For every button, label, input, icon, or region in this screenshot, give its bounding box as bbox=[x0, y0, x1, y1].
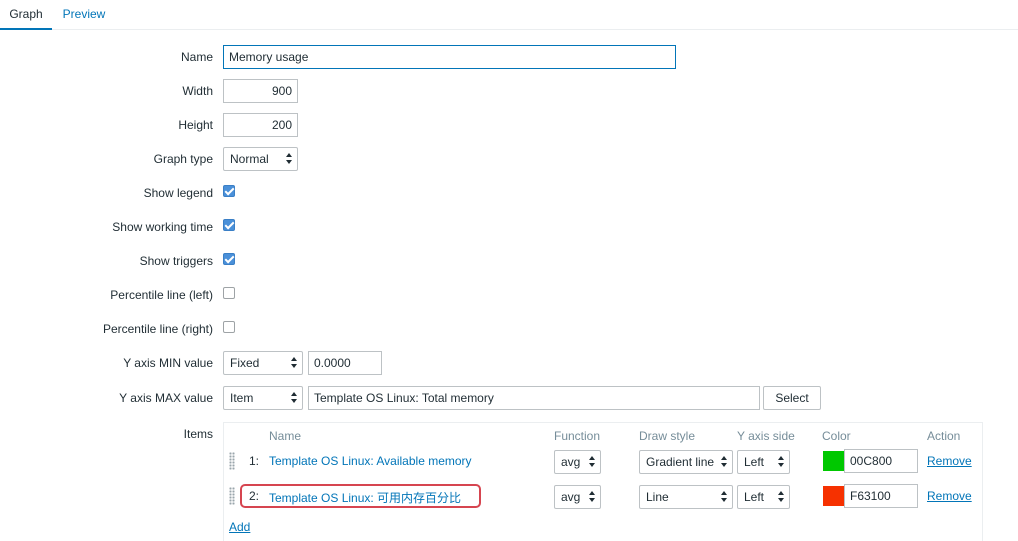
percentile-left-row: Percentile line (left) bbox=[0, 283, 1018, 309]
height-label: Height bbox=[178, 118, 213, 132]
y-max-type-select[interactable]: Item bbox=[223, 386, 303, 410]
items-table: Name Function Draw style Y axis side Col… bbox=[223, 422, 983, 541]
select-arrows-icon bbox=[589, 455, 596, 469]
graph-type-label: Graph type bbox=[153, 152, 213, 166]
graph-type-select[interactable]: Normal bbox=[223, 147, 298, 171]
percentile-right-label: Percentile line (right) bbox=[102, 322, 213, 336]
y-max-label: Y axis MAX value bbox=[119, 391, 213, 405]
draw-style-select[interactable]: Gradient line bbox=[639, 450, 733, 474]
item-index: 2: bbox=[249, 489, 260, 503]
color-input[interactable]: 00C800 bbox=[844, 449, 918, 473]
width-label: Width bbox=[182, 84, 213, 98]
select-arrows-icon bbox=[286, 152, 293, 166]
show-triggers-checkbox[interactable] bbox=[223, 253, 235, 265]
draw-style-value: Line bbox=[646, 490, 669, 504]
y-axis-side-select[interactable]: Left bbox=[737, 485, 790, 509]
remove-link[interactable]: Remove bbox=[927, 454, 972, 468]
tab-bar: Graph Preview bbox=[0, 0, 1018, 30]
show-legend-row: Show legend bbox=[0, 181, 1018, 207]
drag-handle-icon[interactable] bbox=[229, 487, 235, 505]
function-value: avg bbox=[561, 455, 581, 469]
graph-form: Name Memory usage Width 900 Height 200 G… bbox=[0, 30, 1018, 541]
y-max-row: Y axis MAX value Item Template OS Linux:… bbox=[0, 386, 1018, 412]
item-name-link[interactable]: Template OS Linux: Available memory bbox=[269, 454, 472, 468]
select-arrows-icon bbox=[778, 490, 785, 504]
select-arrows-icon bbox=[721, 455, 728, 469]
name-row: Name Memory usage bbox=[0, 45, 1018, 71]
y-axis-side-value: Left bbox=[744, 490, 765, 504]
select-arrows-icon bbox=[291, 391, 298, 405]
width-row: Width 900 bbox=[0, 79, 1018, 105]
item-name-link[interactable]: Template OS Linux: 可用内存百分比 bbox=[269, 489, 461, 506]
draw-style-value: Gradient line bbox=[646, 455, 715, 469]
select-arrows-icon bbox=[291, 356, 298, 370]
select-arrows-icon bbox=[778, 455, 785, 469]
show-triggers-label: Show triggers bbox=[139, 254, 213, 268]
function-select[interactable]: avg bbox=[554, 450, 601, 474]
col-header-draw-style: Draw style bbox=[639, 429, 696, 443]
show-legend-checkbox[interactable] bbox=[223, 185, 235, 197]
draw-style-select[interactable]: Line bbox=[639, 485, 733, 509]
add-item-link[interactable]: Add bbox=[229, 520, 250, 534]
y-min-row: Y axis MIN value Fixed 0.0000 bbox=[0, 351, 1018, 377]
color-swatch[interactable] bbox=[823, 486, 845, 506]
show-triggers-row: Show triggers bbox=[0, 249, 1018, 275]
percentile-left-label: Percentile line (left) bbox=[110, 288, 213, 302]
y-min-input[interactable]: 0.0000 bbox=[308, 351, 382, 375]
height-input[interactable]: 200 bbox=[223, 113, 298, 137]
graph-type-row: Graph type Normal bbox=[0, 147, 1018, 173]
drag-handle-icon[interactable] bbox=[229, 452, 235, 470]
color-input[interactable]: F63100 bbox=[844, 484, 918, 508]
col-header-y-axis-side: Y axis side bbox=[737, 429, 795, 443]
show-working-time-row: Show working time bbox=[0, 215, 1018, 241]
y-axis-side-select[interactable]: Left bbox=[737, 450, 790, 474]
tab-preview[interactable]: Preview bbox=[52, 0, 116, 30]
y-max-type-value: Item bbox=[230, 391, 254, 405]
width-input[interactable]: 900 bbox=[223, 79, 298, 103]
show-working-time-label: Show working time bbox=[112, 220, 213, 234]
y-min-type-value: Fixed bbox=[230, 356, 260, 370]
col-header-name: Name bbox=[269, 429, 302, 443]
percentile-left-checkbox[interactable] bbox=[223, 287, 235, 299]
function-value: avg bbox=[561, 490, 581, 504]
col-header-action: Action bbox=[927, 429, 961, 443]
y-min-label: Y axis MIN value bbox=[123, 356, 213, 370]
items-label: Items bbox=[183, 427, 213, 441]
y-max-item-input[interactable]: Template OS Linux: Total memory bbox=[308, 386, 760, 410]
show-working-time-checkbox[interactable] bbox=[223, 219, 235, 231]
graph-type-value: Normal bbox=[230, 152, 269, 166]
select-arrows-icon bbox=[589, 490, 596, 504]
remove-link[interactable]: Remove bbox=[927, 489, 972, 503]
height-row: Height 200 bbox=[0, 113, 1018, 139]
name-input[interactable]: Memory usage bbox=[223, 45, 676, 69]
percentile-right-checkbox[interactable] bbox=[223, 321, 235, 333]
percentile-right-row: Percentile line (right) bbox=[0, 317, 1018, 343]
col-header-function: Function bbox=[554, 429, 601, 443]
col-header-color: Color bbox=[822, 429, 851, 443]
color-swatch[interactable] bbox=[823, 451, 845, 471]
y-axis-side-value: Left bbox=[744, 455, 765, 469]
tab-graph[interactable]: Graph bbox=[0, 0, 52, 30]
item-index: 1: bbox=[249, 454, 260, 468]
select-arrows-icon bbox=[721, 490, 728, 504]
y-min-type-select[interactable]: Fixed bbox=[223, 351, 303, 375]
select-item-button[interactable]: Select bbox=[763, 386, 821, 410]
function-select[interactable]: avg bbox=[554, 485, 601, 509]
name-label: Name bbox=[180, 50, 213, 64]
show-legend-label: Show legend bbox=[143, 186, 213, 200]
